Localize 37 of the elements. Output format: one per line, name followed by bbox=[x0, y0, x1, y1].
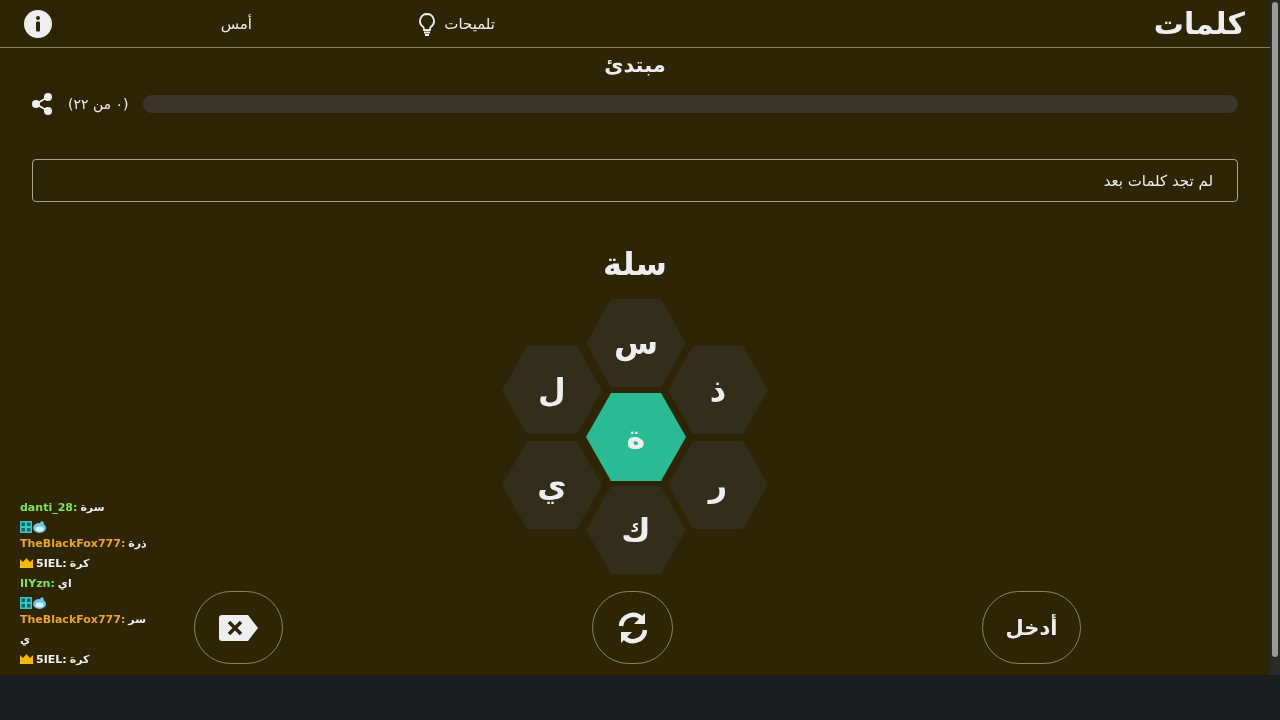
letter-tile[interactable]: س bbox=[586, 299, 686, 387]
chat-username: 5IEL: bbox=[36, 556, 67, 570]
yesterday-link[interactable]: أمس bbox=[220, 15, 252, 33]
letter-tile[interactable]: ذ bbox=[668, 346, 768, 434]
letter-tile[interactable]: ل bbox=[502, 346, 602, 434]
chat-message: ذرة bbox=[128, 536, 147, 550]
lightbulb-icon bbox=[418, 11, 437, 36]
chat-username: danti_28: bbox=[20, 500, 78, 514]
current-word: سلة bbox=[602, 244, 668, 284]
bubble-emote-icon bbox=[33, 597, 46, 609]
crown-icon bbox=[20, 654, 33, 664]
chat-username: IIYzn: bbox=[20, 576, 55, 590]
chat-message: كرة bbox=[69, 556, 90, 570]
chat-message: سرة bbox=[80, 500, 105, 514]
chat-message: كرة bbox=[69, 652, 90, 666]
crown-icon bbox=[20, 558, 33, 568]
info-icon[interactable] bbox=[24, 9, 52, 38]
chat-message: ي bbox=[20, 632, 31, 646]
bubble-emote-icon bbox=[33, 521, 46, 533]
backspace-icon bbox=[218, 614, 259, 641]
letter-tile[interactable]: ي bbox=[502, 441, 602, 529]
grid-emote-icon bbox=[20, 521, 32, 533]
hints-button[interactable]: تلميحات bbox=[418, 11, 495, 36]
letter-tile[interactable]: ك bbox=[586, 486, 686, 574]
level-title: مبتدئ bbox=[603, 53, 667, 79]
chat-username: 5IEL: bbox=[36, 652, 67, 666]
chat-username: TheBlackFox777: bbox=[20, 612, 126, 626]
scrollbar[interactable] bbox=[1270, 0, 1280, 675]
share-icon[interactable] bbox=[30, 92, 54, 116]
found-words-field[interactable]: لم تجد كلمات بعد bbox=[32, 159, 1238, 202]
grid-emote-icon bbox=[20, 597, 32, 609]
letter-tile[interactable]: ر bbox=[668, 441, 768, 529]
chat-message: سر bbox=[128, 612, 146, 626]
chat-username: TheBlackFox777: bbox=[20, 536, 126, 550]
word-counter: (٠ من ٢٢) bbox=[68, 96, 129, 112]
logo: كلمات bbox=[1153, 6, 1245, 41]
chat-message: اي bbox=[57, 576, 72, 590]
